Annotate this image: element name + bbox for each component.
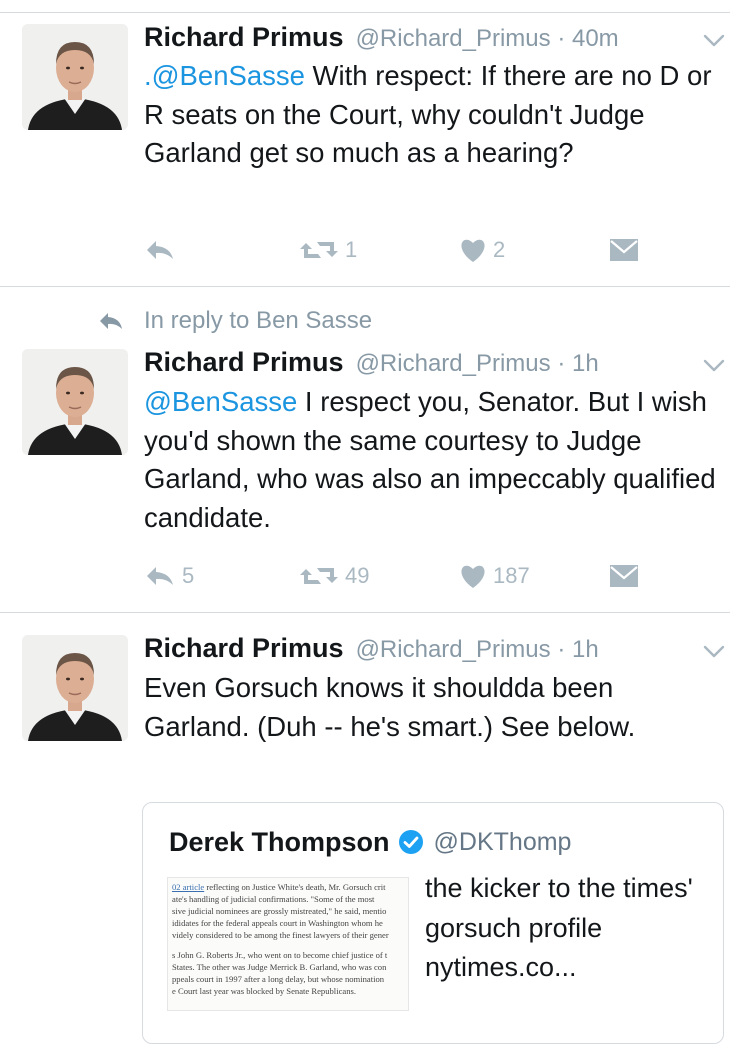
avatar[interactable] — [22, 349, 128, 455]
like-count: 2 — [493, 237, 506, 262]
article-line: ate's handling of judicial confirmations… — [172, 894, 375, 904]
username[interactable]: @Richard_Primus · 1h — [356, 350, 599, 378]
divider — [0, 286, 730, 287]
like-button[interactable]: 187 — [459, 556, 530, 596]
tweet-text: @BenSasse I respect you, Senator. But I … — [144, 386, 716, 533]
article-line: ppeals court in 1997 after a long delay,… — [172, 974, 385, 984]
divider — [0, 12, 730, 13]
reply-icon — [147, 567, 173, 585]
retweet-button[interactable]: 49 — [299, 556, 369, 596]
retweet-icon — [300, 242, 338, 258]
tweet-actions: 1 2 — [144, 230, 704, 270]
chevron-down-icon[interactable] — [703, 645, 725, 659]
article-line: States. The other was Judge Merrick B. G… — [172, 962, 387, 972]
quoted-tweet-header: Derek Thompson @DKThomp — [169, 823, 571, 861]
heart-icon — [461, 239, 485, 262]
article-line: videly considered to be among the finest… — [172, 930, 389, 940]
reply-context-label: In reply to Ben Sasse — [144, 307, 373, 334]
username[interactable]: @Richard_Primus · 40m — [356, 25, 619, 53]
reply-icon — [100, 313, 122, 329]
direct-message-icon — [610, 239, 638, 261]
quoted-username: @DKThomp — [433, 827, 572, 856]
mention-link[interactable]: .@BenSasse — [144, 60, 305, 91]
timestamp: 40m — [571, 25, 619, 52]
tweet-text: .@BenSasse With respect: If there are no… — [144, 60, 712, 168]
article-line: sive judicial nominees are grossly mistr… — [172, 906, 387, 916]
reply-button[interactable]: 5 — [144, 556, 194, 596]
verified-badge-icon — [398, 830, 423, 854]
timestamp: 1h — [571, 350, 599, 377]
tweet-actions: 5 49 187 — [144, 556, 704, 596]
chevron-down-icon[interactable] — [703, 359, 725, 373]
retweet-button[interactable]: 1 — [299, 230, 357, 270]
article-line: ididates for the federal appeals court i… — [172, 918, 383, 928]
username[interactable]: @Richard_Primus · 1h — [356, 636, 599, 664]
reply-button[interactable] — [144, 230, 182, 270]
article-line: 02 article reflecting on Justice White's… — [172, 882, 386, 892]
retweet-count: 1 — [345, 237, 358, 262]
direct-message-button[interactable] — [609, 556, 639, 596]
avatar[interactable] — [22, 635, 128, 741]
display-name[interactable]: Richard Primus — [144, 347, 344, 378]
article-line: e Court last year was blocked by Senate … — [172, 986, 356, 996]
divider — [0, 612, 730, 613]
avatar[interactable] — [22, 24, 128, 130]
direct-message-button[interactable] — [609, 230, 639, 270]
quoted-tweet-text: the kicker to the times' gorsuch profile… — [425, 873, 693, 982]
reply-context[interactable]: In reply to Ben Sasse — [98, 304, 372, 338]
tweet-header: Richard Primus @Richard_Primus · 1h — [144, 347, 599, 381]
timestamp: 1h — [571, 636, 599, 663]
quoted-display-name: Derek Thompson — [169, 826, 390, 857]
retweet-icon — [300, 568, 338, 584]
heart-icon — [461, 565, 485, 588]
like-count: 187 — [493, 563, 530, 588]
tweet-text: Even Gorsuch knows it shouldda been Garl… — [144, 672, 636, 742]
retweet-count: 49 — [345, 563, 370, 588]
direct-message-icon — [610, 565, 638, 587]
quoted-tweet[interactable]: Derek Thompson @DKThomp 02 article refle… — [142, 802, 724, 1044]
reply-count: 5 — [182, 563, 195, 588]
mention-link[interactable]: @BenSasse — [144, 386, 297, 417]
display-name[interactable]: Richard Primus — [144, 633, 344, 664]
like-button[interactable]: 2 — [459, 230, 505, 270]
tweet-header: Richard Primus @Richard_Primus · 40m — [144, 22, 619, 56]
chevron-down-icon[interactable] — [703, 34, 725, 48]
reply-icon — [147, 241, 173, 259]
article-line: s John G. Roberts Jr., who went on to be… — [172, 950, 388, 960]
tweet-header: Richard Primus @Richard_Primus · 1h — [144, 633, 599, 667]
quoted-media-thumbnail[interactable]: 02 article reflecting on Justice White's… — [167, 877, 409, 1011]
display-name[interactable]: Richard Primus — [144, 22, 344, 53]
